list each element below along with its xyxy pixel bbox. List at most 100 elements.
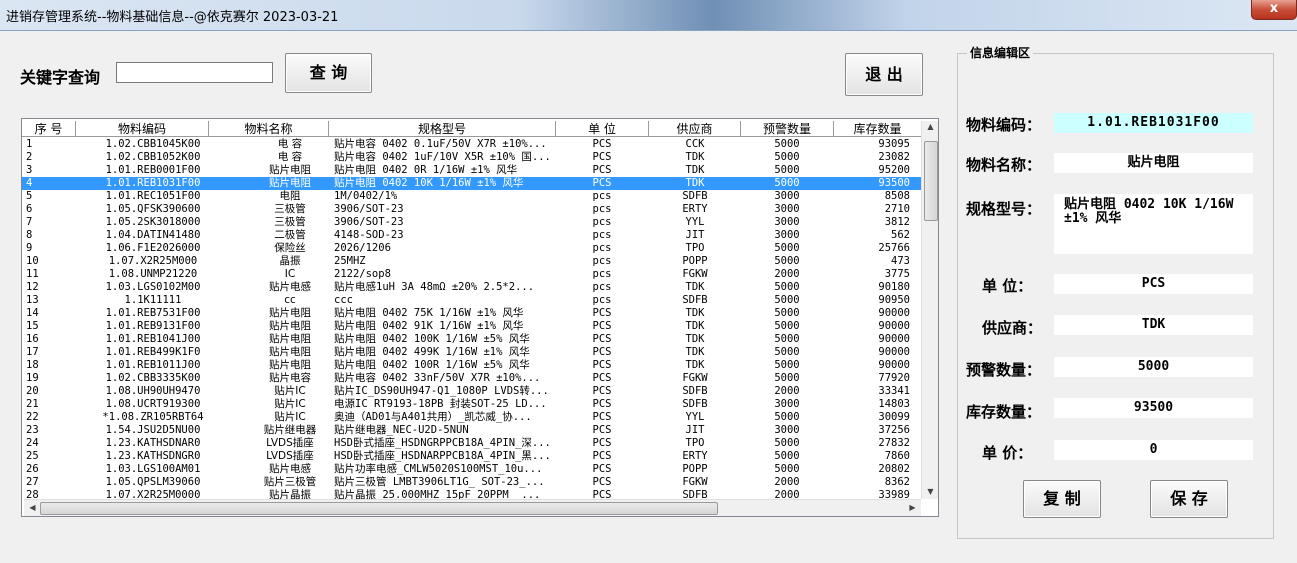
title-bar: 进销存管理系统--物料基础信息--@依克赛尔 2023-03-21 x — [0, 0, 1297, 31]
cell-name: 电 容 — [277, 151, 303, 163]
cell-stock-qty: 77920 — [878, 372, 910, 384]
cell-stock-qty: 90000 — [878, 346, 910, 358]
cell-stock-qty: 95200 — [878, 164, 910, 176]
cell-index: 14 — [26, 307, 39, 319]
column-header-warn-qty[interactable]: 预警数量 — [741, 121, 834, 137]
cell-index: 20 — [26, 385, 39, 397]
table-row[interactable]: 27 1.05.QPSLM39060 贴片三极管 贴片三极管 LMBT3906LT1G… — [22, 476, 922, 489]
cell-index: 5 — [26, 190, 33, 202]
supplier-label: 供应商： — [982, 319, 1043, 337]
cell-stock-qty: 2710 — [884, 203, 910, 215]
cell-stock-qty: 25766 — [878, 242, 910, 254]
table-row[interactable]: 14 1.01.REB7531F00 贴片电阻 贴片电阻 0402 75K 1/16W… — [22, 307, 922, 320]
query-button[interactable]: 查 询 — [285, 53, 372, 93]
table-row[interactable]: 5 1.01.REC1051F00 电阻 1M/0402/1% pcs SDFB 3000 8… — [22, 190, 922, 203]
cell-stock-qty: 93095 — [878, 138, 910, 150]
unit-field[interactable]: PCS — [1054, 274, 1253, 294]
table-row[interactable]: 26 1.03.LGS100AM01 贴片电感 贴片功率电感_CMLW5020S100… — [22, 463, 922, 476]
table-row[interactable]: 17 1.01.REB499K1F0 贴片电阻 贴片电阻 0402 499K 1/16… — [22, 346, 922, 359]
cell-index: 15 — [26, 320, 39, 332]
table-row[interactable]: 25 1.23.KATHSDNGR0 LVDS插座 HSD卧式插座_HSDNARPPC… — [22, 450, 922, 463]
cell-warn-qty: 2000 — [774, 476, 800, 488]
table-row[interactable]: 18 1.01.REB1011J00 贴片电阻 贴片电阻 0402 100R 1/16… — [22, 359, 922, 372]
warn-qty-field[interactable]: 5000 — [1054, 357, 1253, 377]
cell-name: 二极管 — [274, 229, 306, 241]
code-field[interactable]: 1.01.REB1031F00 — [1054, 113, 1253, 133]
cell-unit: PCS — [592, 138, 612, 150]
cell-code: 1.06.F1E2026000 — [105, 242, 201, 254]
price-field[interactable]: 0 — [1054, 440, 1253, 460]
table-row[interactable]: 19 1.02.CBB3335K00 贴片电容 贴片电容 0402 33nF/50V … — [22, 372, 922, 385]
table-row[interactable]: 24 1.23.KATHSDNAR0 LVDS插座 HSD卧式插座_HSDNGRPPC… — [22, 437, 922, 450]
cell-code: 1.54.JSU2D5NU00 — [105, 424, 201, 436]
close-button[interactable]: x — [1251, 0, 1297, 20]
material-list-grid[interactable]: 序 号 物料编码 物料名称 规格型号 单 位 供应商 预警数量 库存数量 1 1.… — [21, 118, 939, 517]
cell-supplier: TDK — [685, 307, 705, 319]
cell-spec: 1M/0402/1% — [334, 190, 398, 202]
table-row[interactable]: 10 1.07.X2R25M000 晶振 25MHZ pcs POPP 5000 473 — [22, 255, 922, 268]
table-row[interactable]: 16 1.01.REB1041J00 贴片电阻 贴片电阻 0402 100K 1/16… — [22, 333, 922, 346]
table-row[interactable]: 1 1.02.CBB1045K00 电 容 贴片电容 0402 0.1uF/50V X… — [22, 138, 922, 151]
cell-code: 1.04.DATIN41480 — [105, 229, 201, 241]
table-row[interactable]: 6 1.05.QFSK390600 三极管 3906/SOT-23 pcs ERTY 300… — [22, 203, 922, 216]
name-field[interactable]: 贴片电阻 — [1054, 153, 1253, 173]
scroll-right-arrow-icon[interactable]: ▶ — [904, 503, 921, 512]
column-header-index[interactable]: 序 号 — [22, 121, 76, 137]
table-row[interactable]: 20 1.08.UH90UH9470 贴片IC 贴片IC_DS90UH947-Q1_1… — [22, 385, 922, 398]
cell-index: 12 — [26, 281, 39, 293]
save-button[interactable]: 保 存 — [1150, 480, 1228, 518]
cell-spec: 贴片电感1uH 3A 48mΩ ±20% 2.5*2... — [334, 281, 535, 293]
cell-spec: 奥迪（AD01与A401共用）_凯芯威_协... — [334, 411, 532, 423]
cell-supplier: POPP — [682, 255, 708, 267]
table-row[interactable]: 23 1.54.JSU2D5NU00 贴片继电器 贴片继电器_NEC-U2D-5NUN… — [22, 424, 922, 437]
vertical-scroll-thumb[interactable] — [924, 141, 938, 221]
cell-supplier: FGKW — [682, 372, 708, 384]
scroll-left-arrow-icon[interactable]: ◀ — [24, 503, 41, 512]
table-row[interactable]: 11 1.08.UNMP21220 IC 2122/sop8 pcs FGKW 2000 37… — [22, 268, 922, 281]
table-row[interactable]: 13 1.1K11111 cc ccc pcs SDFB 5000 90950 — [22, 294, 922, 307]
horizontal-scroll-thumb[interactable] — [40, 502, 718, 515]
table-row[interactable]: 12 1.03.LGS0102M00 贴片电感 贴片电感1uH 3A 48mΩ ±20… — [22, 281, 922, 294]
scroll-down-arrow-icon[interactable]: ▼ — [922, 487, 938, 496]
cell-warn-qty: 5000 — [774, 255, 800, 267]
cell-warn-qty: 3000 — [774, 203, 800, 215]
cell-warn-qty: 5000 — [774, 333, 800, 345]
exit-button[interactable]: 退 出 — [845, 53, 923, 96]
table-row[interactable]: 7 1.05.2SK3018000 三极管 3906/SOT-23 pcs YYL 3000… — [22, 216, 922, 229]
cell-name: 贴片继电器 — [263, 424, 317, 436]
column-header-name[interactable]: 物料名称 — [209, 121, 329, 137]
cell-name: 贴片电阻 — [269, 177, 311, 189]
cell-unit: PCS — [592, 151, 612, 163]
column-header-unit[interactable]: 单 位 — [556, 121, 649, 137]
table-row[interactable]: 15 1.01.REB9131F00 贴片电阻 贴片电阻 0402 91K 1/16W… — [22, 320, 922, 333]
supplier-field[interactable]: TDK — [1054, 315, 1253, 335]
column-header-spec[interactable]: 规格型号 — [329, 121, 556, 137]
horizontal-scrollbar[interactable]: ◀ ▶ — [24, 499, 921, 516]
scroll-up-arrow-icon[interactable]: ▲ — [922, 122, 938, 131]
table-row[interactable]: 21 1.08.UCRT919300 贴片IC 电源IC RT9193-18PB 封装… — [22, 398, 922, 411]
table-row[interactable]: 8 1.04.DATIN41480 二极管 4148-SOD-23 pcs JIT 3000… — [22, 229, 922, 242]
table-row[interactable]: 22 *1.08.ZR105RBT64 贴片IC 奥迪（AD01与A401共用）_凯芯… — [22, 411, 922, 424]
column-header-supplier[interactable]: 供应商 — [649, 121, 741, 137]
copy-button[interactable]: 复 制 — [1023, 480, 1101, 518]
stock-qty-field[interactable]: 93500 — [1054, 398, 1253, 418]
cell-supplier: FGKW — [682, 476, 708, 488]
cell-unit: pcs — [592, 242, 612, 254]
spec-field[interactable]: 贴片电阻 0402 10K 1/16W ±1% 风华 — [1054, 194, 1253, 254]
cell-unit: pcs — [592, 190, 612, 202]
cell-supplier: SDFB — [682, 385, 708, 397]
column-header-code[interactable]: 物料编码 — [76, 121, 209, 137]
cell-index: 18 — [26, 359, 39, 371]
keyword-search-input[interactable] — [116, 62, 273, 83]
cell-name: 贴片电阻 — [269, 359, 311, 371]
cell-warn-qty: 2000 — [774, 268, 800, 280]
table-row[interactable]: 4 1.01.REB1031F00 贴片电阻 贴片电阻 0402 10K 1/16W … — [22, 177, 922, 190]
cell-unit: PCS — [592, 463, 612, 475]
table-row[interactable]: 2 1.02.CBB1052K00 电 容 贴片电容 0402 1uF/10V X5R… — [22, 151, 922, 164]
cell-warn-qty: 5000 — [774, 463, 800, 475]
table-row[interactable]: 9 1.06.F1E2026000 保险丝 2026/1206 pcs TPO 5000 25… — [22, 242, 922, 255]
vertical-scrollbar[interactable]: ▲ ▼ — [921, 121, 938, 499]
column-header-stock-qty[interactable]: 库存数量 — [834, 121, 922, 137]
table-row[interactable]: 3 1.01.REB0001F00 贴片电阻 贴片电阻 0402 0R 1/16W ±… — [22, 164, 922, 177]
cell-code: 1.01.REB1011J00 — [105, 359, 201, 371]
